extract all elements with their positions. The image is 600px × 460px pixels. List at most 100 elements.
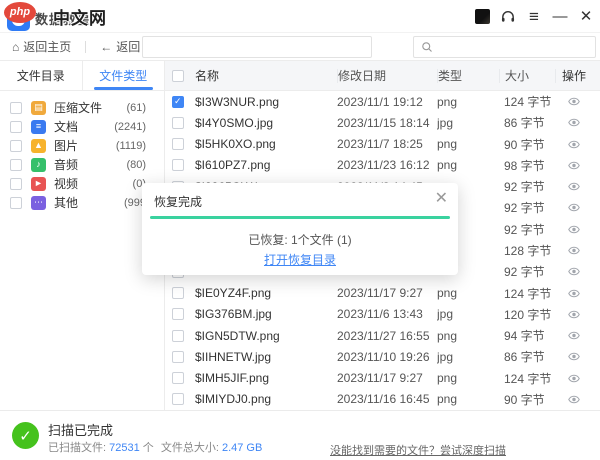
file-type-item[interactable]: ▲ 图片 (1119) [0,136,164,155]
preview-eye-icon[interactable] [567,203,580,212]
file-date: 2023/11/15 18:14 [337,115,430,130]
table-row[interactable]: $IMIYDJ0.png 2023/11/16 16:45 png 90 字节 [165,389,600,410]
file-type: png [437,137,458,152]
sidebar-tab[interactable]: 文件目录 [0,61,82,90]
select-all-checkbox[interactable] [172,69,184,82]
user-avatar[interactable] [475,9,490,24]
search-input[interactable] [438,40,588,54]
item-checkbox[interactable] [10,177,22,190]
header-size[interactable]: 大小 [499,68,555,83]
file-type: png [437,94,458,109]
preview-eye-icon[interactable] [567,161,580,170]
preview-eye-icon[interactable] [567,395,580,404]
dialog-close-icon[interactable]: ✕ [435,188,448,208]
file-size: 124 字节 [504,371,552,386]
file-name: $I4Y0SMO.jpg [195,115,274,130]
table-row[interactable]: $I3W3NUR.png 2023/11/1 19:12 png 124 字节 [165,91,600,112]
file-type-item[interactable]: ► 视频 (0) [0,174,164,193]
file-size: 128 字节 [504,243,552,258]
preview-eye-icon[interactable] [567,182,580,191]
table-row[interactable]: $I610PZ7.png 2023/11/23 16:12 png 98 字节 [165,155,600,176]
file-name: $I3W3NUR.png [195,94,280,109]
preview-eye-icon[interactable] [567,267,580,276]
table-row[interactable]: $IE0YZ4F.png 2023/11/17 9:27 png 124 字节 [165,282,600,303]
file-type: png [437,371,458,386]
preview-eye-icon[interactable] [567,225,580,234]
row-checkbox[interactable] [172,350,184,363]
file-date: 2023/11/23 16:12 [337,158,430,173]
tab-label: 文件目录 [16,69,65,83]
item-checkbox[interactable] [10,120,22,133]
row-checkbox[interactable] [172,159,184,172]
recovery-complete-dialog: 恢复完成 ✕ 已恢复: 1个文件 (1) 打开恢复目录 [142,183,458,275]
item-count: (80) [126,158,146,171]
menu-icon[interactable]: ≡ [526,8,542,25]
search-box[interactable] [413,36,596,58]
minimize-icon[interactable]: — [552,9,568,25]
item-checkbox[interactable] [10,196,22,209]
item-checkbox[interactable] [10,139,22,152]
file-name: $I5HK0XO.png [195,137,276,152]
preview-eye-icon[interactable] [567,352,580,361]
preview-eye-icon[interactable] [567,246,580,255]
file-type-icon: ⋯ [31,195,46,210]
preview-eye-icon[interactable] [567,374,580,383]
toolbar: ⌂ 返回主页 ← 返回 [0,33,600,61]
file-type-item[interactable]: ▤ 压缩文件 (61) [0,98,164,117]
row-checkbox[interactable] [172,95,184,108]
table-row[interactable]: $IMH5JIF.png 2023/11/17 9:27 png 124 字节 [165,367,600,388]
header-name[interactable]: 名称 [191,61,337,90]
preview-eye-icon[interactable] [567,331,580,340]
preview-eye-icon[interactable] [567,289,580,298]
item-label: 其他 [54,196,79,210]
table-row[interactable]: $I4Y0SMO.jpg 2023/11/15 18:14 jpg 86 字节 [165,112,600,133]
preview-eye-icon[interactable] [567,310,580,319]
table-row[interactable]: $I5HK0XO.png 2023/11/7 18:25 png 90 字节 [165,134,600,155]
back-button[interactable]: ← 返回 [100,38,140,55]
toolbar-divider [85,40,87,53]
home-button[interactable]: ⌂ 返回主页 [12,38,71,55]
table-row[interactable]: $IGN5DTW.png 2023/11/27 16:55 png 94 字节 [165,325,600,346]
item-checkbox[interactable] [10,101,22,114]
row-checkbox[interactable] [172,138,184,151]
file-size: 92 字节 [504,180,545,195]
watermark-text: 中文网 [53,9,107,28]
deep-scan-link[interactable]: 没能找到需要的文件？尝试深度扫描 [330,442,506,458]
tab-label: 文件类型 [99,69,148,83]
file-type-item[interactable]: ≡ 文档 (2241) [0,117,164,136]
row-checkbox[interactable] [172,308,184,321]
preview-eye-icon[interactable] [567,97,580,106]
sidebar-tab[interactable]: 文件类型 [81,61,165,90]
item-label: 文档 [54,120,79,134]
recovered-message: 已恢复: 1个文件 (1) [248,233,352,247]
table-row[interactable]: $IIHNETW.jpg 2023/11/10 19:26 jpg 86 字节 [165,346,600,367]
file-date: 2023/11/1 19:12 [337,94,423,109]
item-count: (1119) [115,139,146,152]
file-type-item[interactable]: ♪ 音频 (80) [0,155,164,174]
file-name: $IMH5JIF.png [195,371,270,386]
file-size: 98 字节 [504,158,545,173]
file-type-item[interactable]: ⋯ 其他 (999 [0,193,164,212]
row-checkbox[interactable] [172,372,184,385]
preview-eye-icon[interactable] [567,140,580,149]
header-date[interactable]: 修改日期 [337,68,437,83]
file-type: jpg [437,115,454,130]
preview-eye-icon[interactable] [567,118,580,127]
row-checkbox[interactable] [172,116,184,129]
path-input[interactable] [142,36,372,58]
close-icon[interactable]: ✕ [578,9,594,25]
row-checkbox[interactable] [172,287,184,300]
row-checkbox[interactable] [172,393,184,406]
scanned-count: 72531 [109,442,140,454]
php-watermark-badge: php [4,2,36,23]
item-checkbox[interactable] [10,158,22,171]
file-type: jpg [437,349,454,364]
row-checkbox[interactable] [172,329,184,342]
table-row[interactable]: $IG376BM.jpg 2023/11/6 13:43 jpg 120 字节 [165,304,600,325]
open-recovery-folder-link[interactable]: 打开恢复目录 [142,251,458,268]
sidebar-tabs: 文件目录 文件类型 [0,61,164,91]
header-type[interactable]: 类型 [437,68,499,83]
item-label: 音频 [54,158,79,172]
scan-success-icon: ✓ [12,422,39,449]
headset-support-icon[interactable] [500,9,516,25]
